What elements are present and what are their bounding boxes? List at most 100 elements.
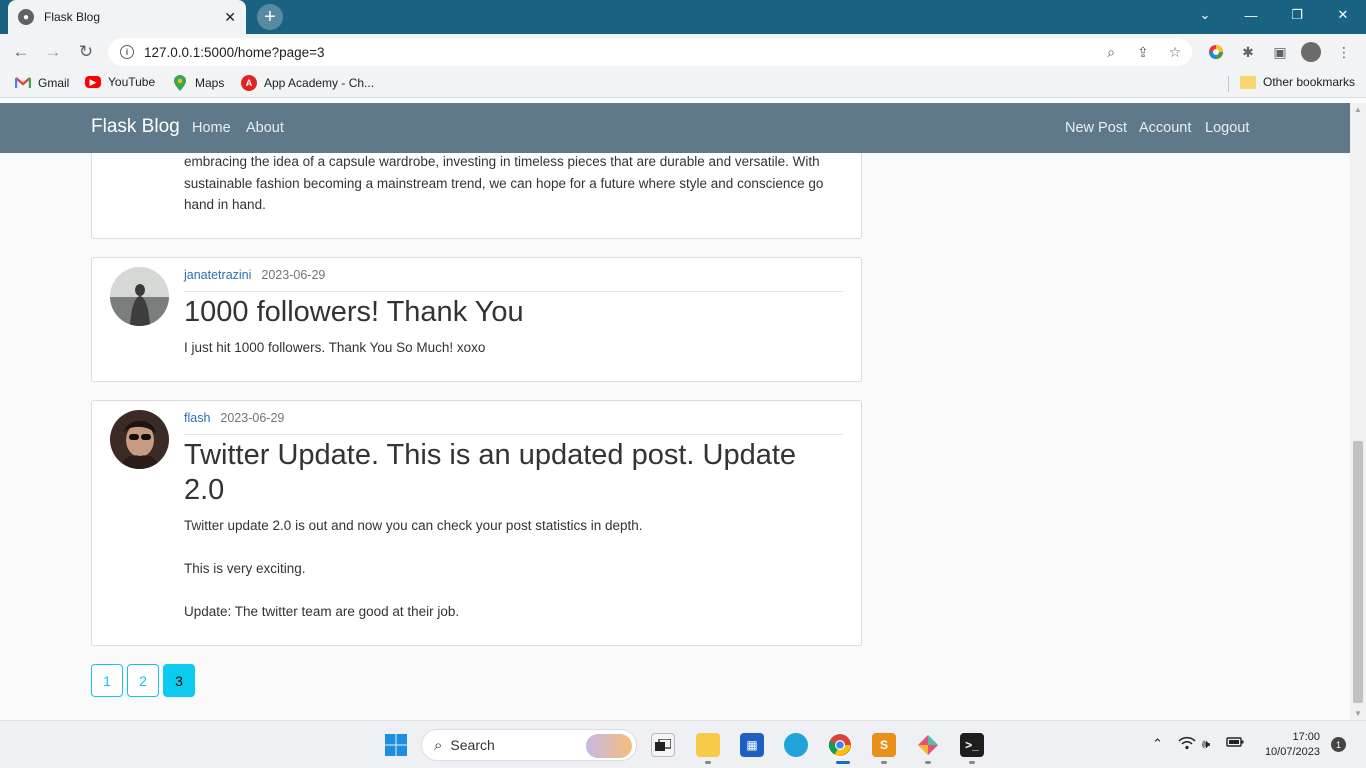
nav-account[interactable]: Account	[1139, 120, 1191, 136]
post-date: 2023-06-29	[220, 411, 285, 425]
post-card: flash 2023-06-29 Twitter Update. This is…	[91, 400, 862, 646]
notification-badge[interactable]: 1	[1331, 737, 1346, 752]
running-indicator	[925, 761, 931, 764]
back-icon[interactable]: ←	[9, 40, 33, 64]
search-highlight-icon	[586, 734, 632, 758]
active-indicator	[836, 761, 850, 764]
search-icon: ⌕	[434, 736, 443, 754]
terminal-icon[interactable]: >_	[960, 733, 984, 757]
minimize-button[interactable]: —	[1228, 0, 1274, 30]
other-bookmarks[interactable]: Other bookmarks	[1240, 75, 1355, 89]
browser-tab[interactable]: ● Flask Blog ✕	[8, 0, 246, 34]
nav-home[interactable]: Home	[192, 120, 231, 136]
maps-icon	[172, 75, 188, 91]
post-meta: janatetrazini 2023-06-29	[184, 268, 843, 292]
volume-icon[interactable]: 🕪	[1202, 736, 1210, 752]
close-tab-icon[interactable]: ✕	[224, 9, 236, 26]
page-button-3[interactable]: 3	[163, 664, 195, 697]
browser-title-bar: ● Flask Blog ✕ + ⌄ — ❐ ✕	[0, 0, 1366, 34]
bookmark-youtube[interactable]: ▶ YouTube	[85, 75, 155, 89]
post-author-link[interactable]: janatetrazini	[184, 268, 251, 282]
post-author-link[interactable]: flash	[184, 411, 210, 425]
author-avatar[interactable]	[110, 267, 169, 326]
clock-time: 17:00	[1292, 731, 1320, 743]
nav-logout[interactable]: Logout	[1205, 120, 1249, 136]
post-meta: flash 2023-06-29	[184, 411, 843, 435]
page-button-1[interactable]: 1	[91, 664, 123, 697]
site-navbar: Flask Blog Home About New Post Account L…	[0, 103, 1350, 153]
bookmark-gmail[interactable]: Gmail	[15, 75, 69, 91]
page-scrollbar[interactable]: ▲ ▼	[1350, 103, 1366, 720]
running-indicator	[881, 761, 887, 764]
bookmarks-bar: Gmail ▶ YouTube Maps A App Academy - Ch.…	[0, 70, 1366, 98]
profile-avatar-icon[interactable]	[1301, 42, 1321, 62]
reload-icon[interactable]: ↻	[74, 40, 98, 64]
extensions-puzzle-icon[interactable]: ✱	[1238, 42, 1258, 62]
bookmark-star-icon[interactable]: ☆	[1166, 42, 1184, 62]
youtube-icon: ▶	[85, 76, 101, 88]
post-body-line: Update: The twitter team are good at the…	[184, 604, 460, 619]
system-clock[interactable]: 17:00 10/07/2023	[1254, 730, 1320, 760]
battery-icon[interactable]	[1226, 736, 1244, 751]
post-body: embracing the idea of a capsule wardrobe…	[184, 154, 824, 212]
scroll-up-icon[interactable]: ▲	[1354, 105, 1362, 114]
chrome-menu-icon[interactable]: ⋮	[1334, 42, 1354, 62]
task-view-icon[interactable]	[651, 733, 675, 757]
bookmarks-divider	[1228, 76, 1229, 92]
page-viewport: Flask Blog Home About New Post Account L…	[0, 103, 1350, 720]
post-card: janatetrazini 2023-06-29 1000 followers!…	[91, 257, 862, 382]
clock-date: 10/07/2023	[1264, 746, 1320, 758]
taskbar-search[interactable]: ⌕ Search	[421, 729, 637, 761]
side-panel-icon[interactable]: ▣	[1270, 42, 1290, 62]
nav-new-post[interactable]: New Post	[1065, 120, 1127, 136]
pagination: 1 2 3	[91, 664, 195, 697]
nav-about[interactable]: About	[246, 120, 284, 136]
tray-chevron-icon[interactable]: ⌃	[1152, 736, 1163, 752]
bookmark-label: Gmail	[38, 76, 70, 90]
sublime-text-icon[interactable]: S	[872, 733, 896, 757]
page-button-2[interactable]: 2	[127, 664, 159, 697]
folder-icon	[1240, 75, 1256, 89]
post-title-link[interactable]: Twitter Update. This is an updated post.…	[184, 438, 825, 508]
bookmark-label: App Academy - Ch...	[264, 76, 375, 90]
post-body-line: Twitter update 2.0 is out and now you ca…	[184, 518, 643, 533]
forward-icon[interactable]: →	[41, 40, 65, 64]
gitkraken-icon[interactable]	[916, 733, 940, 757]
gmail-icon	[15, 75, 31, 91]
bookmark-app-academy[interactable]: A App Academy - Ch...	[241, 75, 374, 91]
author-avatar[interactable]	[110, 410, 169, 469]
running-indicator	[969, 761, 975, 764]
scrollbar-thumb[interactable]	[1353, 441, 1363, 703]
wifi-icon[interactable]	[1178, 736, 1196, 753]
zoom-icon[interactable]: ⌕	[1102, 42, 1120, 62]
windows-start-icon[interactable]	[384, 733, 408, 757]
share-icon[interactable]: ⇪	[1134, 42, 1152, 62]
tab-search-chevron-icon[interactable]: ⌄	[1182, 0, 1228, 30]
post-body-line: This is very exciting.	[184, 561, 306, 576]
browser-toolbar: ← → ↻ i 127.0.0.1:5000/home?page=3 ⌕ ⇪ ☆…	[0, 34, 1366, 70]
bookmark-label: Maps	[195, 76, 225, 90]
file-explorer-icon[interactable]	[696, 733, 720, 757]
bookmark-label: YouTube	[108, 75, 156, 89]
post-body: I just hit 1000 followers. Thank You So …	[184, 340, 486, 355]
address-bar[interactable]: i 127.0.0.1:5000/home?page=3 ⌕ ⇪ ☆	[108, 38, 1192, 66]
tab-title: Flask Blog	[44, 10, 101, 24]
scroll-down-icon[interactable]: ▼	[1354, 709, 1362, 718]
post-date: 2023-06-29	[261, 268, 326, 282]
new-tab-button[interactable]: +	[257, 4, 283, 30]
url-text[interactable]: 127.0.0.1:5000/home?page=3	[144, 45, 325, 60]
other-bookmarks-label: Other bookmarks	[1263, 75, 1356, 89]
site-brand[interactable]: Flask Blog	[91, 116, 180, 138]
site-info-icon[interactable]: i	[120, 45, 134, 59]
close-window-button[interactable]: ✕	[1320, 0, 1366, 30]
microsoft-store-icon[interactable]: ▦	[740, 733, 764, 757]
chrome-icon[interactable]	[828, 733, 852, 757]
globe-icon: ●	[18, 9, 34, 25]
bookmark-maps[interactable]: Maps	[172, 75, 224, 91]
edge-icon[interactable]	[784, 733, 808, 757]
restore-button[interactable]: ❐	[1274, 0, 1320, 30]
running-indicator	[705, 761, 711, 764]
taskbar-search-placeholder: Search	[450, 737, 495, 753]
post-title-link[interactable]: 1000 followers! Thank You	[184, 295, 825, 330]
color-extension-icon[interactable]	[1206, 42, 1226, 62]
